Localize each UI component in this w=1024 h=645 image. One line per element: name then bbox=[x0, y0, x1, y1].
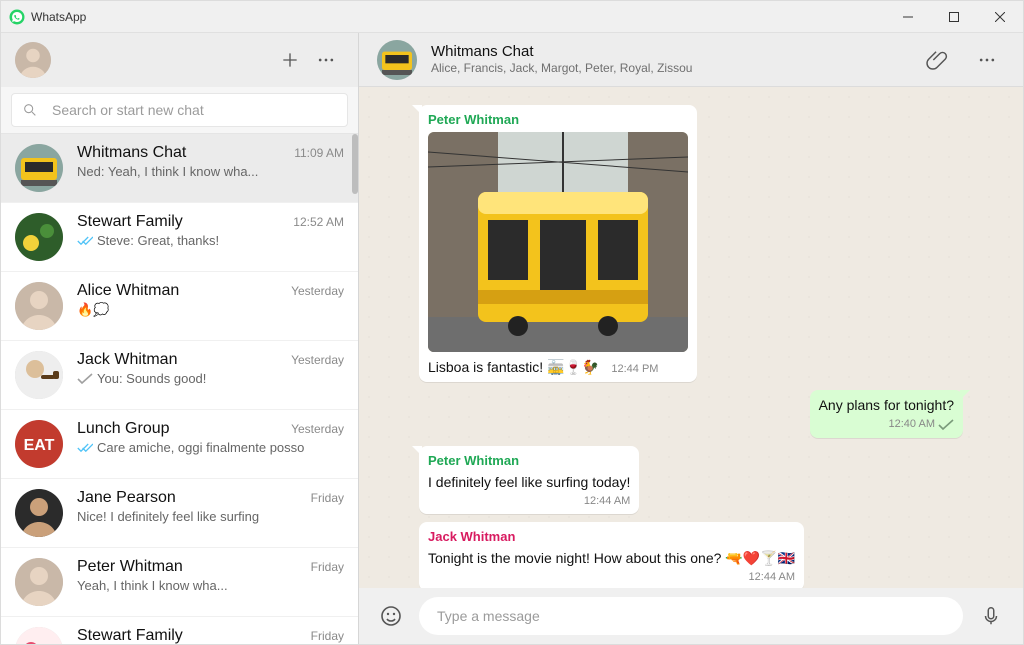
chat-list-item[interactable]: Peter Whitman Friday Yeah, I think I know … bbox=[1, 548, 358, 617]
conversation-pane: Whitmans Chat Alice, Francis, Jack, Marg… bbox=[359, 33, 1023, 644]
tick-sent-icon bbox=[77, 373, 93, 385]
mic-icon bbox=[980, 605, 1002, 627]
chat-list-item[interactable]: Alice Whitman Yesterday 🔥💭 bbox=[1, 272, 358, 341]
message-list[interactable]: Peter Whitman Lisboa is fantastic! 🚋🍷🐓 12:… bbox=[359, 87, 1023, 588]
message-sender: Jack Whitman bbox=[428, 528, 795, 546]
message-text: Lisboa is fantastic! 🚋🍷🐓 bbox=[428, 358, 599, 377]
search-input[interactable] bbox=[50, 101, 337, 119]
window-titlebar: WhatsApp bbox=[1, 1, 1023, 33]
chat-avatar bbox=[15, 213, 63, 261]
chat-preview: Steve: Great, thanks! bbox=[97, 233, 219, 248]
chat-preview: Yeah, I think I know wha... bbox=[77, 578, 228, 593]
whatsapp-logo-icon bbox=[9, 9, 25, 25]
message-time: 12:44 AM bbox=[428, 570, 795, 585]
chat-avatar bbox=[15, 420, 63, 468]
chat-preview: Ned: Yeah, I think I know wha... bbox=[77, 164, 258, 179]
message-time: 12:44 AM bbox=[428, 494, 630, 509]
message-outgoing[interactable]: Any plans for tonight? 12:40 AM bbox=[810, 390, 963, 438]
tick-read-icon bbox=[77, 235, 93, 247]
message-time: 12:40 AM bbox=[819, 417, 954, 432]
message-text: Any plans for tonight? bbox=[819, 396, 954, 415]
chat-avatar bbox=[15, 351, 63, 399]
chat-name: Stewart Family bbox=[77, 627, 183, 644]
chat-preview: 🔥💭 bbox=[77, 302, 109, 318]
attach-button[interactable] bbox=[919, 42, 955, 78]
chat-name: Lunch Group bbox=[77, 420, 170, 438]
composer bbox=[359, 588, 1023, 644]
more-icon bbox=[977, 50, 997, 70]
message-text: I definitely feel like surfing today! bbox=[428, 473, 630, 492]
chat-avatar bbox=[15, 558, 63, 606]
chat-time: Yesterday bbox=[291, 284, 344, 298]
chat-name: Whitmans Chat bbox=[77, 144, 186, 162]
conversation-avatar[interactable] bbox=[377, 40, 417, 80]
chat-list-item[interactable]: Whitmans Chat 11:09 AM Ned: Yeah, I think … bbox=[1, 134, 358, 203]
search-icon bbox=[22, 102, 38, 118]
emoji-button[interactable] bbox=[373, 598, 409, 634]
chat-name: Peter Whitman bbox=[77, 558, 183, 576]
scrollbar[interactable] bbox=[352, 134, 358, 194]
maximize-icon bbox=[949, 12, 959, 22]
chat-name: Jane Pearson bbox=[77, 489, 176, 507]
minimize-icon bbox=[903, 12, 913, 22]
message-input[interactable] bbox=[435, 607, 947, 625]
sidebar-menu-button[interactable] bbox=[308, 42, 344, 78]
more-icon bbox=[316, 50, 336, 70]
chat-list[interactable]: Whitmans Chat 11:09 AM Ned: Yeah, I think … bbox=[1, 134, 358, 644]
window-maximize-button[interactable] bbox=[931, 1, 977, 33]
chat-name: Stewart Family bbox=[77, 213, 183, 231]
chat-name: Alice Whitman bbox=[77, 282, 179, 300]
chat-avatar bbox=[15, 489, 63, 537]
new-chat-button[interactable] bbox=[272, 42, 308, 78]
tick-sent-icon bbox=[938, 419, 954, 431]
my-avatar[interactable] bbox=[15, 42, 51, 78]
chat-avatar bbox=[15, 144, 63, 192]
chat-preview: Nice! I definitely feel like surfing bbox=[77, 509, 259, 524]
conversation-title: Whitmans Chat bbox=[431, 43, 692, 61]
message-time: 12:44 PM bbox=[611, 362, 658, 377]
sidebar: Whitmans Chat 11:09 AM Ned: Yeah, I think … bbox=[1, 33, 359, 644]
chat-list-item[interactable]: Jane Pearson Friday Nice! I definitely fee… bbox=[1, 479, 358, 548]
smile-icon bbox=[379, 604, 403, 628]
window-close-button[interactable] bbox=[977, 1, 1023, 33]
message-incoming[interactable]: Peter Whitman Lisboa is fantastic! 🚋🍷🐓 12:… bbox=[419, 105, 697, 382]
chat-avatar bbox=[15, 627, 63, 644]
chat-list-item[interactable]: Lunch Group Yesterday Care amiche, oggi fi… bbox=[1, 410, 358, 479]
message-photo[interactable] bbox=[428, 132, 688, 352]
chat-time: Yesterday bbox=[291, 353, 344, 367]
message-sender: Peter Whitman bbox=[428, 452, 630, 470]
paperclip-icon bbox=[926, 49, 948, 71]
chat-time: Friday bbox=[311, 560, 344, 574]
tick-read-icon bbox=[77, 442, 93, 454]
message-incoming[interactable]: Peter Whitman I definitely feel like surf… bbox=[419, 446, 639, 514]
conversation-subtitle: Alice, Francis, Jack, Margot, Peter, Roy… bbox=[431, 61, 692, 75]
plus-icon bbox=[280, 50, 300, 70]
chat-preview: You: Sounds good! bbox=[97, 371, 206, 386]
window-title: WhatsApp bbox=[31, 10, 86, 24]
chat-name: Jack Whitman bbox=[77, 351, 177, 369]
chat-list-item[interactable]: Jack Whitman Yesterday You: Sounds good! bbox=[1, 341, 358, 410]
conversation-header: Whitmans Chat Alice, Francis, Jack, Marg… bbox=[359, 33, 1023, 87]
sidebar-header bbox=[1, 33, 358, 87]
voice-message-button[interactable] bbox=[973, 598, 1009, 634]
search-bar bbox=[1, 87, 358, 134]
window-minimize-button[interactable] bbox=[885, 1, 931, 33]
conversation-menu-button[interactable] bbox=[969, 42, 1005, 78]
chat-preview: Care amiche, oggi finalmente posso bbox=[97, 440, 304, 455]
chat-time: 11:09 AM bbox=[294, 146, 344, 160]
message-text: Tonight is the movie night! How about th… bbox=[428, 549, 795, 568]
chat-avatar bbox=[15, 282, 63, 330]
chat-list-item[interactable]: Stewart FamilyFridaySteve: Great, thanks… bbox=[1, 617, 358, 644]
chat-time: 12:52 AM bbox=[293, 215, 344, 229]
message-incoming[interactable]: Jack Whitman Tonight is the movie night! … bbox=[419, 522, 804, 588]
message-sender: Peter Whitman bbox=[428, 111, 688, 129]
chat-time: Friday bbox=[311, 629, 344, 643]
chat-time: Friday bbox=[311, 491, 344, 505]
close-icon bbox=[995, 12, 1005, 22]
chat-time: Yesterday bbox=[291, 422, 344, 436]
chat-list-item[interactable]: Stewart Family 12:52 AM Steve: Great, than… bbox=[1, 203, 358, 272]
